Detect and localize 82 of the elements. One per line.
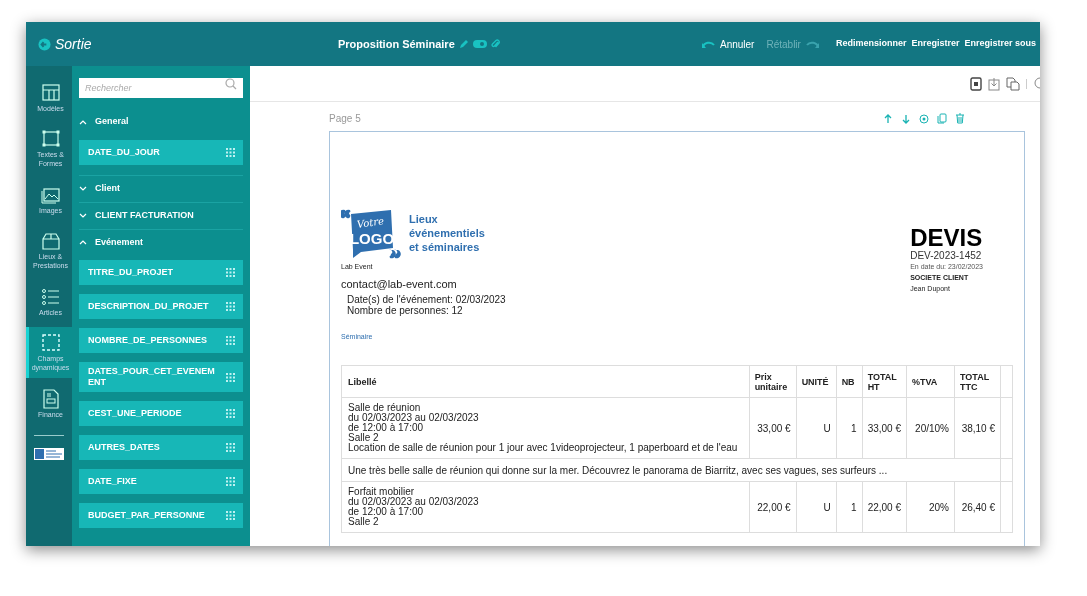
column-header: UNITÉ xyxy=(796,365,837,398)
box-icon xyxy=(40,231,61,251)
drag-handle-icon[interactable] xyxy=(226,336,235,345)
event-info-line: Nombre de personnes: 12 xyxy=(347,305,464,316)
header-button[interactable]: Enregistrer sous xyxy=(964,37,1036,51)
section-header[interactable]: Evénement xyxy=(79,229,243,255)
table-cell: 20/10% xyxy=(906,397,955,459)
list-icon xyxy=(40,286,61,307)
field-chip[interactable]: CEST_UNE_PERIODE xyxy=(79,401,243,426)
undo-button[interactable]: Annuler xyxy=(701,36,755,52)
table-cell: 38,10 € xyxy=(954,397,1001,459)
column-header: NB xyxy=(836,365,863,398)
table-cell: 1 xyxy=(836,397,863,459)
document-heading: DEVIS xyxy=(910,226,983,250)
column-header: %TVA xyxy=(906,365,955,398)
drag-handle-icon[interactable] xyxy=(226,268,235,277)
document-icon xyxy=(40,388,61,409)
table-cell: Une très belle salle de réunion qui donne sur la mer. Découvrez le panorama de Biarritz, avec ses vagues, ses surfeurs ... xyxy=(341,458,1001,482)
chevron-up-icon xyxy=(79,118,87,126)
tagline-text: Lieux événementiels et séminaires xyxy=(409,212,485,254)
target-icon[interactable] xyxy=(919,113,929,124)
field-chip[interactable]: DATE_DU_JOUR xyxy=(79,140,243,165)
column-header: TOTAL HT xyxy=(862,365,907,398)
chevron-down-icon xyxy=(79,212,87,219)
email-text: contact@lab-event.com xyxy=(341,276,458,292)
table-cell: 26,40 € xyxy=(954,481,1001,533)
document-title: Proposition Séminaire xyxy=(338,36,455,52)
header-button[interactable]: Redimensionner xyxy=(835,37,907,51)
toggle-icon[interactable] xyxy=(472,40,487,48)
quote-number: DEV-2023-1452 xyxy=(910,250,983,261)
search-field[interactable]: Rechercher xyxy=(79,78,243,98)
arrow-up-icon[interactable] xyxy=(883,113,893,124)
column-header: Libellé xyxy=(341,365,750,398)
field-chip[interactable]: NOMBRE_DE_PERSONNES xyxy=(79,328,243,353)
copy-icon[interactable] xyxy=(937,113,947,124)
field-chip[interactable]: DESCRIPTION_DU_PROJET xyxy=(79,294,243,319)
drag-handle-icon[interactable] xyxy=(226,372,235,382)
page-number-icon[interactable] xyxy=(970,76,982,91)
pencil-icon[interactable] xyxy=(458,39,469,49)
app-title[interactable]: Sortie xyxy=(55,33,92,55)
table-cell: 1 xyxy=(836,481,863,533)
table-cell: 20% xyxy=(906,481,955,533)
drag-handle-icon[interactable] xyxy=(226,302,235,311)
table-cell: U xyxy=(796,481,837,533)
table-cell: 33,00 € xyxy=(749,397,797,459)
undo-icon[interactable] xyxy=(701,39,715,49)
field-chip[interactable]: BUDGET_PAR_PERSONNE xyxy=(79,503,243,528)
download-icon[interactable] xyxy=(988,76,1000,91)
event-info-line: Date(s) de l'événement: 02/03/2023 xyxy=(347,294,506,305)
paperclip-icon[interactable] xyxy=(490,39,500,49)
drag-handle-icon[interactable] xyxy=(226,443,235,452)
arrow-down-icon[interactable] xyxy=(901,113,911,124)
page-label: Page 5 xyxy=(329,112,361,126)
table-cell: 33,00 € xyxy=(862,397,907,459)
field-chip[interactable]: AUTRES_DATES xyxy=(79,435,243,460)
table-cell: 22,00 € xyxy=(862,481,907,533)
logo-icon xyxy=(38,37,51,51)
layout-icon xyxy=(40,82,61,103)
table-cell: U xyxy=(796,397,837,459)
shape-icon xyxy=(40,129,61,149)
header-button[interactable]: Enregistrer xyxy=(911,37,960,51)
drag-handle-icon[interactable] xyxy=(226,511,235,520)
table-cell: Forfait mobilier du 02/03/2023 au 02/03/2023 de 12:00 à 17:00 Salle 2 xyxy=(341,481,750,533)
field-chip[interactable]: TITRE_DU_PROJET xyxy=(79,260,243,285)
section-header[interactable]: General xyxy=(79,109,243,135)
drag-handle-icon[interactable] xyxy=(226,409,235,418)
dashed-square-icon xyxy=(40,333,61,353)
template-thumbnail[interactable] xyxy=(34,448,64,460)
chevron-down-icon xyxy=(79,185,87,192)
drag-handle-icon[interactable] xyxy=(226,148,235,157)
chevron-up-icon xyxy=(79,239,87,246)
trash-icon[interactable] xyxy=(955,113,965,124)
table-cell: 22,00 € xyxy=(749,481,797,533)
column-header: TOTAL TTC xyxy=(954,365,1001,398)
section-header[interactable]: Client xyxy=(79,175,243,201)
drag-handle-icon[interactable] xyxy=(226,477,235,486)
field-chip[interactable]: DATES_POUR_CET_EVENEMENT xyxy=(79,362,243,392)
table-cell: Salle de réunion du 02/03/2023 au 02/03/2023 de 12:00 à 17:00 Salle 2 Location de salle de réunion pour 1 jour avec 1videoprojecteur, 1 paperboard et de l'eau xyxy=(341,397,750,459)
section-header[interactable]: CLIENT FACTURATION xyxy=(79,202,243,228)
copy-pages-icon[interactable] xyxy=(1006,76,1020,91)
column-header: Prix unitaire xyxy=(749,365,797,398)
field-chip[interactable]: DATE_FIXE xyxy=(79,469,243,494)
